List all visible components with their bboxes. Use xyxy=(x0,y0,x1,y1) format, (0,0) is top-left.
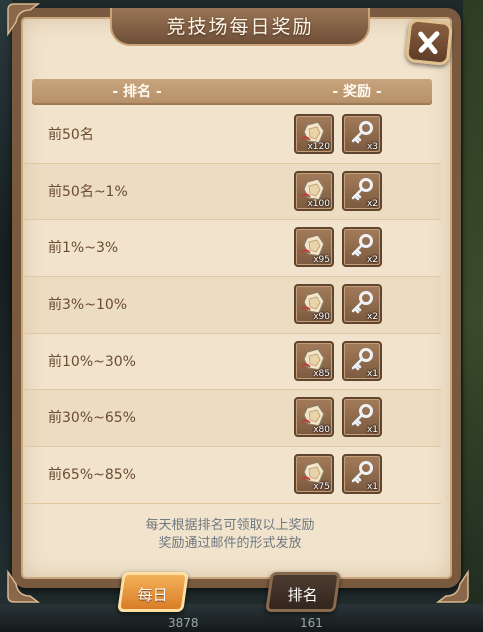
background-stat-right: 161 xyxy=(300,616,323,630)
reward-item-shard[interactable]: x80 xyxy=(294,397,334,438)
reward-count: x2 xyxy=(366,255,378,266)
table-row: 前50名~1% x100 x2 xyxy=(24,163,441,221)
rank-label: 前65%~85% xyxy=(48,467,136,484)
table-row: 前3%~10% x90 x2 xyxy=(24,277,441,334)
reward-item-shard[interactable]: x90 xyxy=(294,284,334,325)
reward-item-key[interactable]: x1 xyxy=(342,454,382,495)
reward-count: x80 xyxy=(313,425,330,436)
reward-item-shard[interactable]: x75 xyxy=(294,454,334,495)
corner-ornament-bottom-right xyxy=(436,570,470,604)
table-row: 前10%~30% x85 x1 xyxy=(24,334,441,391)
reward-table: 前50名 x120 x3 前50名~1% x100 x2 前1%~3% x95 … xyxy=(24,107,441,504)
reward-note: 每天根据排名可领取以上奖励 奖励通过邮件的形式发放 xyxy=(60,517,400,553)
background-right xyxy=(463,0,483,632)
reward-count: x100 xyxy=(307,198,330,209)
reward-item-key[interactable]: x2 xyxy=(342,170,382,211)
rank-label: 前50名~1% xyxy=(48,183,128,200)
background-left xyxy=(0,0,12,632)
reward-count: x2 xyxy=(366,198,378,209)
reward-count: x1 xyxy=(366,425,378,436)
header-rank: - 排名 - xyxy=(112,84,162,100)
corner-ornament-bottom-left xyxy=(6,570,40,604)
reward-item-shard[interactable]: x95 xyxy=(294,227,334,268)
background-bottom: 3878 161 xyxy=(0,604,483,632)
reward-count: x90 xyxy=(313,312,330,323)
corner-ornament-top-left xyxy=(6,2,40,36)
note-line-2: 奖励通过邮件的形式发放 xyxy=(158,536,302,551)
reward-item-key[interactable]: x1 xyxy=(342,397,382,438)
reward-count: x1 xyxy=(366,368,378,379)
window-title: 竞技场每日奖励 xyxy=(110,8,370,46)
rank-label: 前3%~10% xyxy=(48,297,128,314)
header-reward: - 奖励 - xyxy=(332,84,382,100)
reward-count: x3 xyxy=(366,142,378,152)
reward-item-key[interactable]: x2 xyxy=(342,227,382,268)
background-stat-left: 3878 xyxy=(168,616,199,630)
reward-count: x95 xyxy=(313,255,330,266)
table-row: 前30%~65% x80 x1 xyxy=(24,390,441,448)
reward-item-key[interactable]: x2 xyxy=(342,284,382,325)
reward-count: x2 xyxy=(366,312,378,323)
table-row: 前65%~85% x75 x1 xyxy=(24,447,441,504)
tab-rank[interactable]: 排名 xyxy=(265,572,341,612)
rank-label: 前10%~30% xyxy=(48,353,136,370)
rank-label: 前50名 xyxy=(48,127,94,143)
note-line-1: 每天根据排名可领取以上奖励 xyxy=(145,518,315,533)
reward-count: x85 xyxy=(313,368,330,379)
rank-label: 前30%~65% xyxy=(48,410,136,427)
reward-item-key[interactable]: x3 xyxy=(342,114,382,154)
table-row: 前50名 x120 x3 xyxy=(24,107,441,164)
reward-item-shard[interactable]: x85 xyxy=(294,340,334,381)
reward-item-shard[interactable]: x120 xyxy=(294,114,334,154)
close-icon xyxy=(418,31,440,55)
tab-rank-label: 排名 xyxy=(287,586,318,604)
table-header: - 排名 - - 奖励 - xyxy=(32,79,432,105)
reward-count: x1 xyxy=(366,482,378,493)
close-button[interactable] xyxy=(404,17,454,67)
reward-item-key[interactable]: x1 xyxy=(342,340,382,381)
reward-item-shard[interactable]: x100 xyxy=(294,170,334,211)
table-row: 前1%~3% x95 x2 xyxy=(24,220,441,278)
reward-count: x120 xyxy=(307,142,330,152)
rank-label: 前1%~3% xyxy=(48,240,119,257)
tab-daily[interactable]: 每日 xyxy=(117,572,189,612)
tab-daily-label: 每日 xyxy=(137,586,168,604)
reward-count: x75 xyxy=(313,482,330,493)
